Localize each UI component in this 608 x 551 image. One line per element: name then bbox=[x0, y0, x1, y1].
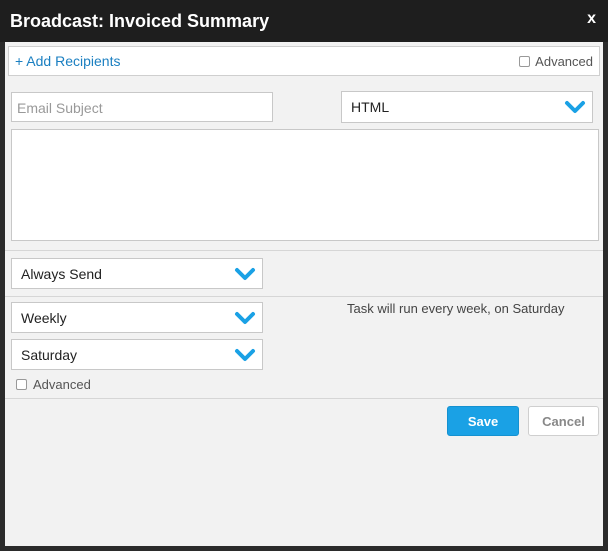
close-icon[interactable]: x bbox=[587, 10, 596, 28]
chevron-down-icon bbox=[565, 101, 585, 113]
send-condition-select[interactable]: Always Send bbox=[11, 258, 263, 289]
chevron-down-icon bbox=[235, 349, 255, 361]
divider bbox=[5, 398, 603, 399]
save-button[interactable]: Save bbox=[447, 406, 519, 436]
recipients-advanced-toggle[interactable]: Advanced bbox=[519, 54, 593, 69]
cancel-button[interactable]: Cancel bbox=[528, 406, 599, 436]
frequency-select[interactable]: Weekly bbox=[11, 302, 263, 333]
recipients-advanced-label: Advanced bbox=[535, 54, 593, 69]
format-select[interactable]: HTML bbox=[341, 91, 593, 123]
email-subject-input[interactable]: Email Subject bbox=[11, 92, 273, 122]
chevron-down-icon bbox=[235, 312, 255, 324]
recipients-bar: + Add Recipients Advanced bbox=[8, 46, 600, 76]
schedule-advanced-checkbox[interactable] bbox=[16, 379, 27, 390]
day-select[interactable]: Saturday bbox=[11, 339, 263, 370]
format-select-value: HTML bbox=[351, 99, 390, 115]
recipients-advanced-checkbox[interactable] bbox=[519, 56, 531, 67]
send-condition-value: Always Send bbox=[21, 266, 102, 282]
schedule-summary: Task will run every week, on Saturday bbox=[347, 301, 565, 316]
divider bbox=[5, 250, 603, 251]
schedule-advanced-label: Advanced bbox=[33, 377, 91, 392]
day-value: Saturday bbox=[21, 347, 78, 363]
broadcast-dialog: Broadcast: Invoiced Summary x + Add Reci… bbox=[0, 0, 608, 551]
frequency-value: Weekly bbox=[21, 310, 67, 326]
divider bbox=[265, 296, 603, 297]
dialog-body: + Add Recipients Advanced Email Subject … bbox=[5, 42, 603, 546]
chevron-down-icon bbox=[235, 268, 255, 280]
divider bbox=[5, 296, 265, 297]
email-body-editor[interactable] bbox=[11, 129, 599, 241]
dialog-title: Broadcast: Invoiced Summary bbox=[10, 11, 270, 31]
dialog-titlebar: Broadcast: Invoiced Summary x bbox=[0, 0, 608, 42]
schedule-advanced-toggle[interactable]: Advanced bbox=[16, 377, 91, 392]
add-recipients-link[interactable]: + Add Recipients bbox=[15, 53, 120, 69]
